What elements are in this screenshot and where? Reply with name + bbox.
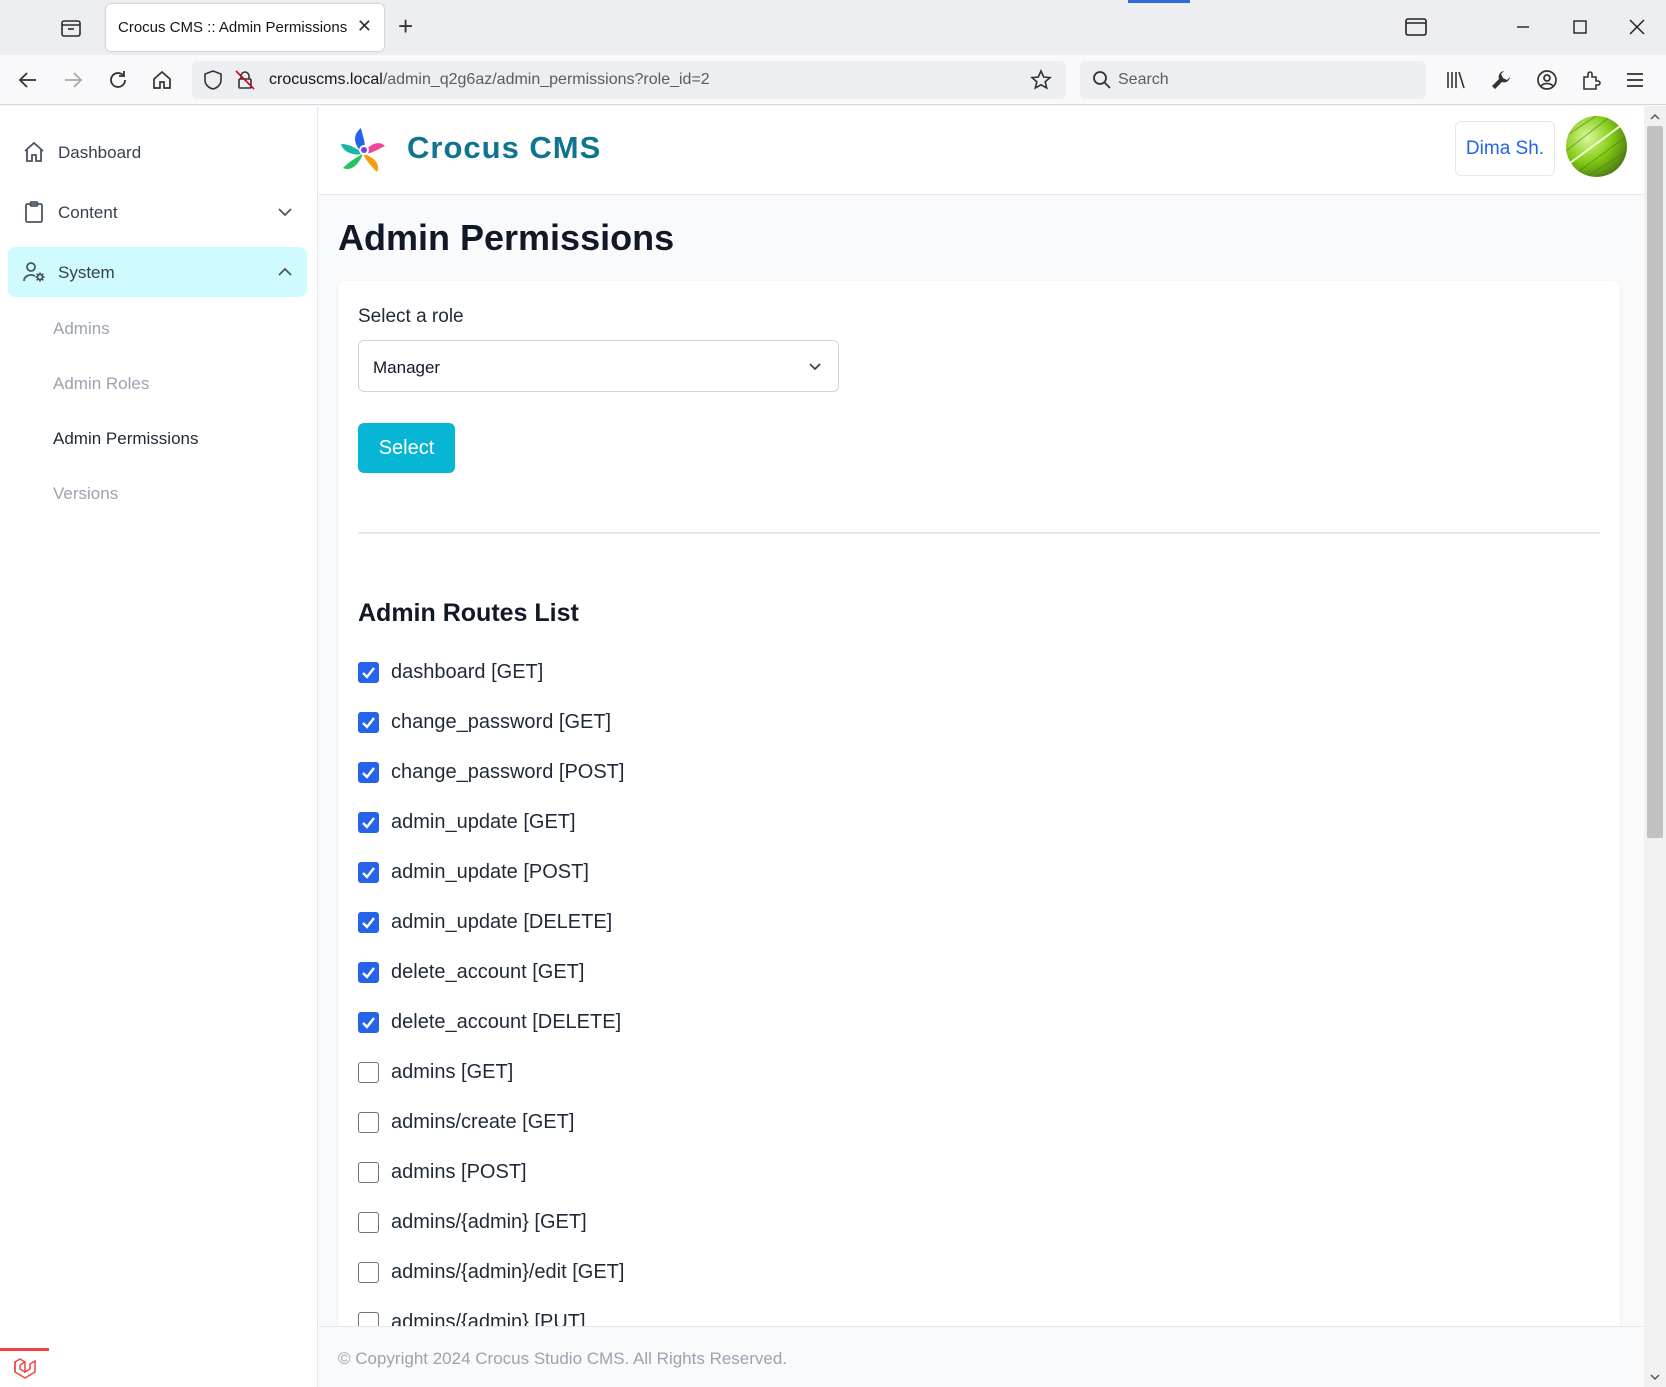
route-label: admins/{admin} [GET] [391, 1211, 587, 1233]
sidebar-subitem-versions[interactable]: Versions [53, 484, 118, 504]
browser-tab[interactable]: Crocus CMS :: Admin Permissions ✕ [106, 4, 384, 51]
route-label: delete_account [DELETE] [391, 1011, 622, 1033]
divider [358, 532, 1600, 534]
route-checkbox[interactable] [358, 1112, 379, 1133]
route-label: admin_update [POST] [391, 861, 589, 883]
window-tabs-icon[interactable] [1403, 14, 1429, 40]
role-select-label: Select a role [358, 306, 464, 327]
app-header: Crocus CMS Dima Sh. [319, 106, 1644, 195]
sidebar-item-label: System [58, 263, 115, 282]
minimize-icon[interactable] [1510, 14, 1536, 40]
routes-list-title: Admin Routes List [358, 599, 579, 627]
route-label: admins [GET] [391, 1061, 514, 1083]
insecure-lock-icon[interactable] [232, 67, 258, 93]
route-checkbox[interactable] [358, 762, 379, 783]
url-path: /admin_q2g6az/admin_permissions?role_id=… [382, 71, 710, 88]
route-checkbox[interactable] [358, 1062, 379, 1083]
page-scrollbar[interactable] [1644, 106, 1666, 1387]
tab-indicator [1128, 0, 1190, 3]
search-icon [1089, 67, 1115, 93]
bookmark-star-icon[interactable] [1028, 67, 1054, 93]
role-select[interactable]: Manager [358, 340, 839, 392]
route-label: admin_update [DELETE] [391, 911, 613, 933]
sidebar-subitem-admin-permissions[interactable]: Admin Permissions [53, 429, 199, 449]
forward-icon[interactable] [60, 67, 86, 93]
account-icon[interactable] [1534, 67, 1560, 93]
sidebar: Dashboard Content System Admins Admin Ro… [0, 106, 318, 1387]
tab-list-icon[interactable] [58, 16, 86, 40]
home-icon [22, 140, 46, 164]
route-label: admins [POST] [391, 1161, 527, 1183]
route-checkbox[interactable] [358, 712, 379, 733]
scrollbar-thumb[interactable] [1647, 126, 1663, 838]
scroll-down-icon[interactable] [1649, 1370, 1661, 1382]
home-browser-icon[interactable] [149, 67, 175, 93]
route-checkbox[interactable] [358, 1212, 379, 1233]
extensions-icon[interactable] [1578, 67, 1604, 93]
route-checkbox[interactable] [358, 1262, 379, 1283]
new-tab-icon[interactable]: + [398, 13, 413, 39]
crocus-logo-icon[interactable] [337, 124, 389, 178]
select-role-button[interactable]: Select [358, 423, 455, 473]
url-bar[interactable]: crocuscms.local/admin_q2g6az/admin_permi… [192, 61, 1066, 99]
sidebar-subitem-admins[interactable]: Admins [53, 319, 110, 339]
brand-name[interactable]: Crocus CMS [407, 130, 601, 166]
route-label: admins/create [GET] [391, 1111, 575, 1133]
close-window-icon[interactable] [1624, 14, 1650, 40]
laravel-debugbar-icon[interactable] [0, 1348, 49, 1387]
permissions-card: Select a role Manager Select Admin Route… [338, 281, 1620, 1387]
route-label: change_password [GET] [391, 711, 612, 733]
route-checkbox[interactable] [358, 1012, 379, 1033]
library-icon[interactable] [1443, 67, 1469, 93]
route-label: change_password [POST] [391, 761, 625, 783]
route-label: delete_account [GET] [391, 961, 585, 983]
sidebar-item-dashboard[interactable]: Dashboard [8, 127, 307, 177]
url-text[interactable]: crocuscms.local/admin_q2g6az/admin_permi… [269, 71, 710, 89]
avatar[interactable] [1566, 116, 1627, 177]
user-cog-icon [22, 260, 46, 284]
sidebar-item-label: Dashboard [58, 143, 142, 162]
route-label: dashboard [GET] [391, 661, 544, 683]
user-name: Dima Sh. [1465, 138, 1545, 159]
user-menu-button[interactable]: Dima Sh. [1455, 121, 1555, 176]
page-title: Admin Permissions [338, 217, 675, 258]
browser-nav-bar: crocuscms.local/admin_q2g6az/admin_permi… [0, 55, 1666, 105]
chevron-up-icon [275, 262, 295, 282]
route-checkbox[interactable] [358, 962, 379, 983]
close-tab-icon[interactable]: ✕ [357, 17, 372, 35]
sidebar-item-content[interactable]: Content [8, 187, 307, 237]
back-icon[interactable] [15, 67, 41, 93]
sidebar-item-system[interactable]: System [8, 247, 307, 297]
browser-tab-bar: Crocus CMS :: Admin Permissions ✕ + [0, 0, 1666, 55]
route-checkbox[interactable] [358, 912, 379, 933]
sidebar-subitem-admin-roles[interactable]: Admin Roles [53, 374, 149, 394]
shield-icon[interactable] [200, 67, 226, 93]
route-checkbox[interactable] [358, 862, 379, 883]
reload-icon[interactable] [105, 67, 131, 93]
search-placeholder: Search [1118, 71, 1169, 88]
footer: © Copyright 2024 Crocus Studio CMS. All … [319, 1326, 1644, 1387]
scroll-up-icon[interactable] [1649, 110, 1661, 122]
copyright-text: © Copyright 2024 Crocus Studio CMS. All … [338, 1349, 788, 1368]
maximize-icon[interactable] [1567, 14, 1593, 40]
browser-search-bar[interactable]: Search [1080, 61, 1426, 99]
role-select-value: Manager [373, 358, 441, 377]
route-checkbox[interactable] [358, 1162, 379, 1183]
route-checkbox[interactable] [358, 662, 379, 683]
tab-title: Crocus CMS :: Admin Permissions [118, 19, 348, 36]
clipboard-icon [22, 200, 46, 224]
route-checkbox[interactable] [358, 812, 379, 833]
menu-icon[interactable] [1622, 67, 1648, 93]
sidebar-item-label: Content [58, 203, 118, 222]
url-host: crocuscms.local [269, 71, 383, 88]
route-label: admins/{admin}/edit [GET] [391, 1261, 625, 1283]
route-label: admin_update [GET] [391, 811, 576, 833]
chevron-down-icon [275, 202, 295, 222]
wrench-icon[interactable] [1488, 67, 1514, 93]
chevron-down-icon [806, 357, 824, 375]
